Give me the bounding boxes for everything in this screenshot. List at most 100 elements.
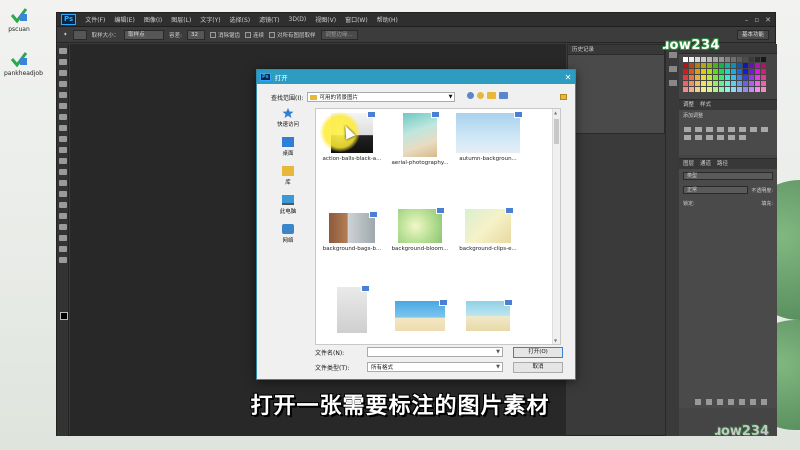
preview-toggle-icon[interactable] xyxy=(560,94,567,100)
eraser-tool-icon[interactable] xyxy=(58,158,67,164)
zoom-tool-icon[interactable] xyxy=(58,257,67,263)
color-swatch[interactable] xyxy=(749,87,754,92)
tab-layers[interactable]: 图层 xyxy=(683,159,694,169)
desktop-shortcut-pscuan[interactable]: pscuan xyxy=(4,6,34,33)
place-quick-access[interactable]: 快速访问 xyxy=(265,108,311,128)
file-item[interactable]: background-bags-b... xyxy=(318,211,386,252)
menu-3d[interactable]: 3D(D) xyxy=(289,16,307,23)
color-swatch[interactable] xyxy=(683,81,688,86)
menu-help[interactable]: 帮助(H) xyxy=(377,15,398,24)
color-swatch[interactable] xyxy=(707,57,712,62)
scrollbar-thumb[interactable] xyxy=(554,119,559,144)
color-swatch[interactable] xyxy=(713,69,718,74)
crop-tool-icon[interactable] xyxy=(58,92,67,98)
menu-type[interactable]: 文字(Y) xyxy=(200,15,220,24)
selection-mode-icons[interactable] xyxy=(72,29,87,40)
color-swatch[interactable] xyxy=(701,69,706,74)
file-item[interactable]: autumn-backgroun... xyxy=(454,111,523,162)
close-icon[interactable]: ✕ xyxy=(765,16,771,24)
eyedropper-tool-icon[interactable] xyxy=(58,103,67,109)
vibrance-adjustment-icon[interactable] xyxy=(728,127,735,132)
menu-image[interactable]: 图像(I) xyxy=(144,15,162,24)
filetype-select[interactable]: 所有格式 ▼ xyxy=(367,362,503,372)
color-swatch[interactable] xyxy=(713,81,718,86)
color-swatch[interactable] xyxy=(725,75,730,80)
color-swatch[interactable] xyxy=(743,81,748,86)
color-swatch[interactable] xyxy=(707,63,712,68)
color-swatch[interactable] xyxy=(749,75,754,80)
color-swatch[interactable] xyxy=(689,63,694,68)
color-swatch[interactable] xyxy=(755,81,760,86)
close-icon[interactable]: ✕ xyxy=(561,73,575,82)
color-swatch[interactable] xyxy=(731,75,736,80)
menu-filter[interactable]: 滤镜(T) xyxy=(259,15,279,24)
color-swatch[interactable] xyxy=(761,75,766,80)
stamp-tool-icon[interactable] xyxy=(58,136,67,142)
lookup-adjustment-icon[interactable] xyxy=(706,135,713,140)
up-folder-icon[interactable] xyxy=(477,92,484,99)
move-tool-icon[interactable] xyxy=(58,48,67,54)
levels-adjustment-icon[interactable] xyxy=(695,127,702,132)
color-swatch[interactable] xyxy=(689,87,694,92)
tab-paths[interactable]: 路径 xyxy=(717,159,728,169)
color-swatch[interactable] xyxy=(731,57,736,62)
color-swatch[interactable] xyxy=(683,69,688,74)
color-swatch[interactable] xyxy=(695,57,700,62)
curves-adjustment-icon[interactable] xyxy=(706,127,713,132)
place-library[interactable]: 库 xyxy=(265,166,311,186)
chevron-down-icon[interactable]: ▼ xyxy=(496,349,502,355)
refine-edge-button[interactable]: 调整边缘... xyxy=(320,29,358,40)
file-item[interactable]: aerial-photography... xyxy=(386,111,454,166)
color-swatch[interactable] xyxy=(761,57,766,62)
color-swatch[interactable] xyxy=(701,81,706,86)
brush-tool-icon[interactable] xyxy=(58,125,67,131)
brightness-adjustment-icon[interactable] xyxy=(684,127,691,132)
color-swatch[interactable] xyxy=(743,63,748,68)
color-swatch[interactable] xyxy=(743,69,748,74)
color-swatch[interactable] xyxy=(755,57,760,62)
menu-select[interactable]: 选择(S) xyxy=(230,15,251,24)
blur-tool-icon[interactable] xyxy=(58,180,67,186)
color-swatch[interactable] xyxy=(695,87,700,92)
gradient-tool-icon[interactable] xyxy=(58,169,67,175)
color-swatch[interactable] xyxy=(761,81,766,86)
color-swatch[interactable] xyxy=(701,57,706,62)
color-swatch[interactable] xyxy=(689,75,694,80)
magic-wand-tool-icon[interactable] xyxy=(58,81,67,87)
color-swatch[interactable] xyxy=(701,87,706,92)
color-swatch[interactable] xyxy=(755,75,760,80)
color-swatch[interactable] xyxy=(683,87,688,92)
invert-adjustment-icon[interactable] xyxy=(717,135,724,140)
color-swatch[interactable] xyxy=(731,63,736,68)
tab-styles[interactable]: 样式 xyxy=(700,100,711,110)
path-select-tool-icon[interactable] xyxy=(58,224,67,230)
color-swatch[interactable] xyxy=(713,87,718,92)
new-folder-icon[interactable] xyxy=(487,92,496,99)
tab-adjustments[interactable]: 调整 xyxy=(683,100,694,110)
scroll-up-icon[interactable]: ▲ xyxy=(554,110,557,115)
color-swatch[interactable] xyxy=(719,57,724,62)
sample-size-select[interactable]: 取样点 xyxy=(124,29,165,40)
color-swatch[interactable] xyxy=(737,57,742,62)
color-swatch[interactable] xyxy=(749,63,754,68)
minimize-icon[interactable]: – xyxy=(745,16,749,24)
color-swatch[interactable] xyxy=(725,63,730,68)
color-swatch[interactable] xyxy=(707,81,712,86)
dodge-tool-icon[interactable] xyxy=(58,191,67,197)
marquee-tool-icon[interactable] xyxy=(58,59,67,65)
place-desktop[interactable]: 桌面 xyxy=(265,137,311,157)
menu-view[interactable]: 视图(V) xyxy=(315,15,336,24)
hue-adjustment-icon[interactable] xyxy=(739,127,746,132)
photo-filter-adjustment-icon[interactable] xyxy=(684,135,691,140)
menu-window[interactable]: 窗口(W) xyxy=(345,15,368,24)
color-swatch[interactable] xyxy=(683,63,688,68)
color-swatch[interactable] xyxy=(695,81,700,86)
chevron-down-icon[interactable]: ▼ xyxy=(496,364,502,370)
threshold-adjustment-icon[interactable] xyxy=(739,135,746,140)
type-tool-icon[interactable] xyxy=(58,213,67,219)
color-swatch[interactable] xyxy=(725,87,730,92)
color-swatch[interactable] xyxy=(749,69,754,74)
antialias-checkbox[interactable]: 消除锯齿 xyxy=(209,31,240,39)
tab-channels[interactable]: 通道 xyxy=(700,159,711,169)
color-swatch[interactable] xyxy=(743,57,748,62)
